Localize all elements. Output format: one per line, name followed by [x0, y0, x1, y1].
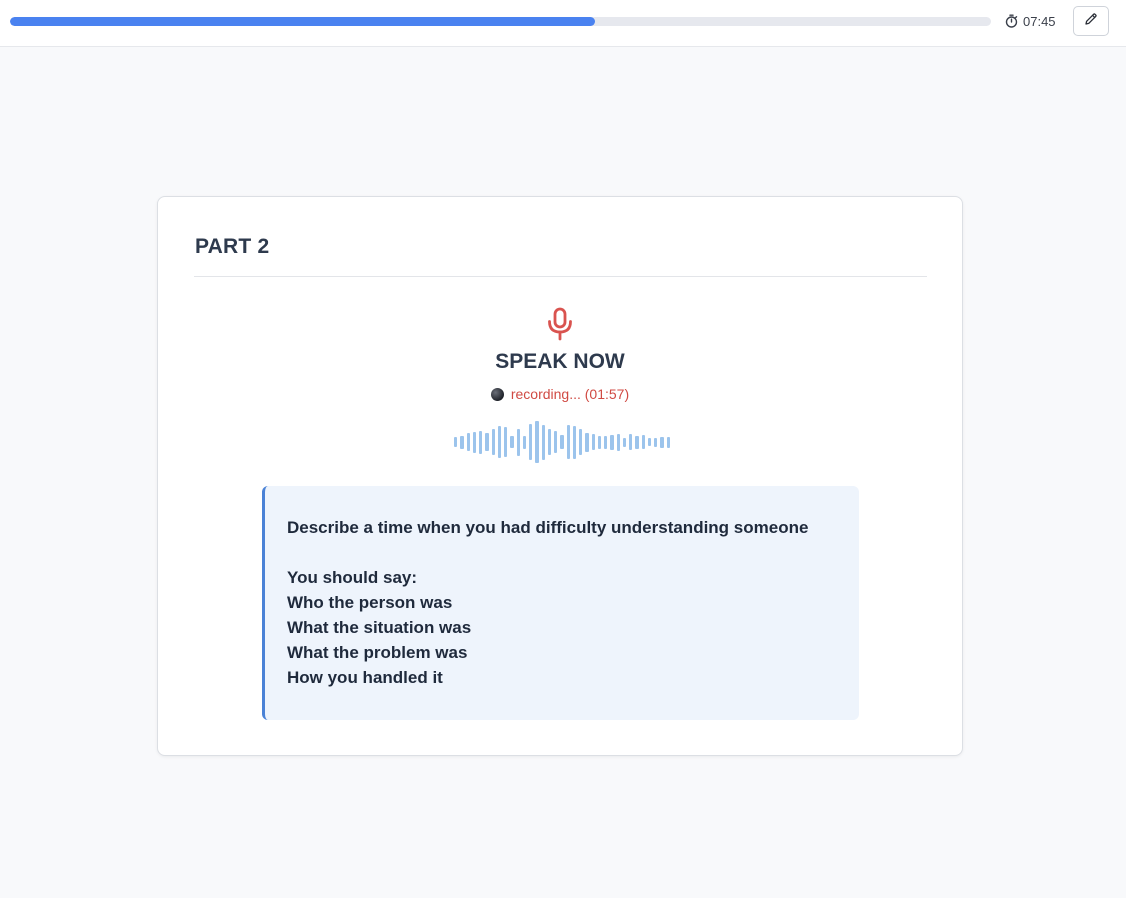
cue-card-point: What the situation was — [287, 618, 472, 637]
waveform-bar — [572, 425, 576, 459]
waveform-bar — [460, 435, 464, 449]
waveform-bar — [485, 433, 489, 451]
cue-card: Describe a time when you had difficulty … — [262, 486, 859, 720]
waveform-bar — [597, 435, 601, 449]
waveform-bar — [629, 434, 633, 450]
pencil-icon — [1084, 12, 1098, 31]
edit-button[interactable] — [1073, 6, 1109, 36]
waveform-bar — [635, 435, 639, 449]
waveform-bar — [579, 429, 583, 455]
title-divider — [194, 276, 927, 277]
waveform-bar — [616, 433, 620, 451]
waveform-bar — [566, 425, 570, 459]
waveform-bar — [510, 436, 514, 448]
cue-card-topic: Describe a time when you had difficulty … — [287, 518, 809, 537]
cue-card-point: How you handled it — [287, 668, 443, 687]
waveform-bar — [466, 433, 470, 451]
cue-card-point: Who the person was — [287, 593, 453, 612]
waveform-bar — [479, 430, 483, 454]
recording-status: recording... (01:57) — [158, 386, 962, 402]
waveform-bar — [472, 431, 476, 453]
audio-waveform — [454, 419, 670, 465]
waveform-bar — [560, 435, 564, 449]
waveform-bar — [585, 432, 589, 452]
waveform-bar — [516, 428, 520, 456]
waveform-bar — [547, 429, 551, 455]
speaking-card: PART 2 SPEAK NOW recording... (01:57) De… — [157, 196, 963, 756]
waveform-bar — [610, 434, 614, 450]
waveform-bar — [660, 436, 664, 448]
waveform-bar — [454, 437, 458, 447]
waveform-bar — [522, 435, 526, 449]
waveform-bar — [491, 429, 495, 455]
stopwatch-icon — [1005, 14, 1018, 28]
waveform-bar — [641, 435, 645, 449]
part-title: PART 2 — [195, 235, 270, 258]
waveform-bar — [497, 426, 501, 458]
waveform-bar — [666, 436, 670, 448]
microphone-icon — [545, 307, 575, 341]
waveform-bar — [541, 424, 545, 460]
recording-status-text: recording... (01:57) — [510, 386, 630, 402]
waveform-bar — [654, 437, 658, 447]
waveform-bar — [647, 438, 651, 446]
timer: 07:45 — [1005, 11, 1056, 31]
waveform-bar — [504, 427, 508, 457]
progress-bar-fill — [10, 17, 595, 26]
waveform-bar — [622, 437, 626, 447]
waveform-bar — [591, 434, 595, 450]
cue-card-point: What the problem was — [287, 643, 468, 662]
cue-card-intro: You should say: — [287, 568, 418, 587]
waveform-bar — [529, 424, 533, 460]
speak-now-heading: SPEAK NOW — [495, 350, 625, 373]
progress-bar — [10, 17, 991, 26]
recording-dot-icon — [490, 387, 504, 401]
waveform-bar — [604, 435, 608, 449]
top-bar: 07:45 — [0, 0, 1126, 47]
waveform-bar — [554, 431, 558, 453]
timer-value: 07:45 — [1023, 13, 1056, 29]
waveform-bar — [535, 421, 539, 463]
